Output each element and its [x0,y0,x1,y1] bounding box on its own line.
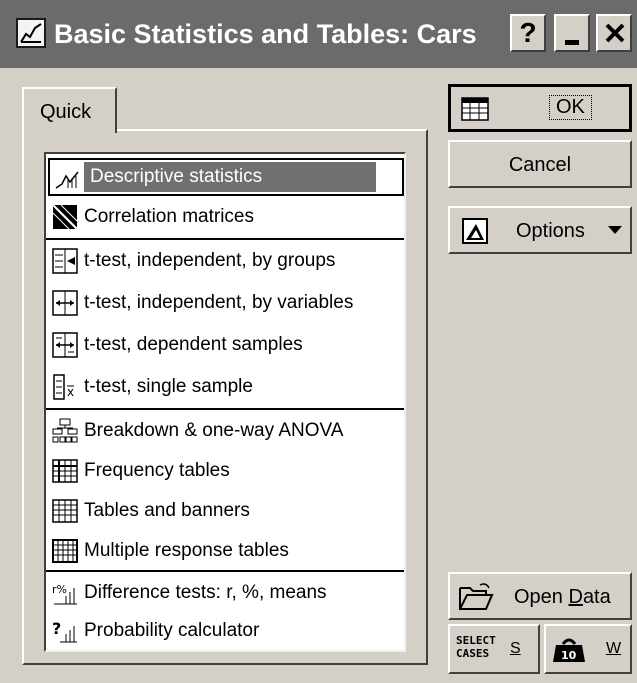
list-item-label: Correlation matrices [84,206,254,227]
ttest-dependent-icon [52,332,78,358]
help-button[interactable]: ? [510,14,546,52]
list-item[interactable]: Multiple response tables [48,532,404,570]
list-item[interactable]: Breakdown & one-way ANOVA [48,412,404,450]
select-cases-button[interactable]: SELECT CASES S [448,624,540,674]
list-item[interactable]: ? Probability calculator [48,612,404,650]
close-icon [605,23,625,43]
list-item-label: Breakdown & one-way ANOVA [84,420,344,441]
select-cases-key: S [510,640,521,657]
svg-text:10: 10 [561,649,577,662]
list-item[interactable]: Frequency tables [48,452,404,490]
list-item-label: t-test, independent, by groups [84,250,336,271]
difference-tests-icon: r% [52,583,77,605]
list-item[interactable]: Descriptive statistics [48,158,404,196]
list-item[interactable]: x t-test, single sample [48,368,404,406]
statistics-app-icon [16,18,46,48]
minimize-icon [565,40,579,45]
tables-banners-icon [52,499,78,523]
descriptive-stats-icon [55,171,79,189]
probability-calculator-icon: ? [52,619,77,643]
weight-key: W [606,640,622,657]
list-separator [46,238,404,240]
list-item[interactable]: t-test, dependent samples [48,326,404,364]
tab-quick[interactable]: Quick [22,87,117,133]
chevron-down-icon [608,226,622,234]
options-label: Options [516,220,585,242]
select-cases-icon: SELECT CASES [456,634,496,660]
list-item[interactable]: t-test, independent, by variables [48,284,404,322]
dialog-window: Basic Statistics and Tables: Cars ? Quic… [0,0,637,683]
list-item-label: Frequency tables [84,460,230,481]
spreadsheet-icon [461,97,489,121]
select-cases-line1: SELECT [456,634,496,647]
svg-text:r%: r% [52,583,67,596]
list-item-label: Multiple response tables [84,540,289,561]
select-cases-line2: CASES [456,647,490,660]
cancel-button[interactable]: Cancel [448,140,632,188]
open-data-label-text: Open [514,586,569,608]
open-data-label-key: D [568,586,583,608]
minimize-button[interactable] [554,14,590,52]
open-data-label: Open Data [514,586,611,609]
multiple-response-icon [52,539,78,563]
analysis-list[interactable]: Descriptive statistics Correlation matri… [44,152,406,652]
list-item-label: t-test, single sample [84,376,253,397]
open-data-button[interactable]: Open Data [448,572,632,620]
window-title: Basic Statistics and Tables: Cars [54,19,477,49]
cancel-label: Cancel [508,154,572,176]
correlation-matrix-icon [52,204,78,230]
ttest-single-icon: x [53,374,74,400]
close-button[interactable] [596,14,632,52]
options-icon [462,218,488,244]
weight-icon: 10 [553,638,585,662]
list-item[interactable]: Correlation matrices [48,198,404,236]
list-item-label: Tables and banners [84,500,250,521]
list-item-label: Probability calculator [84,620,260,641]
svg-text:?: ? [52,619,61,638]
list-item-label: t-test, independent, by variables [84,292,354,313]
weight-button[interactable]: 10 W [544,624,632,674]
list-item[interactable]: r% Difference tests: r, %, means [48,574,404,612]
list-item-label: Difference tests: r, %, means [84,582,327,603]
list-item[interactable]: t-test, independent, by groups [48,242,404,280]
list-item[interactable]: Tables and banners [48,492,404,530]
ttest-variables-icon [52,290,78,316]
ok-label: OK [549,95,592,120]
list-item-label: t-test, dependent samples [84,334,303,355]
list-item-label: Descriptive statistics [84,162,376,192]
folder-open-icon [459,583,494,610]
list-separator [46,408,404,410]
open-data-label-rest: ata [582,586,611,608]
ok-button[interactable]: OK [448,84,632,132]
title-bar[interactable]: Basic Statistics and Tables: Cars ? [0,0,637,68]
svg-text:x: x [67,385,74,399]
breakdown-anova-icon [52,418,78,443]
frequency-table-icon [52,459,78,483]
list-separator [46,570,404,572]
ttest-groups-icon [52,248,78,274]
options-button[interactable]: Options [448,206,632,254]
